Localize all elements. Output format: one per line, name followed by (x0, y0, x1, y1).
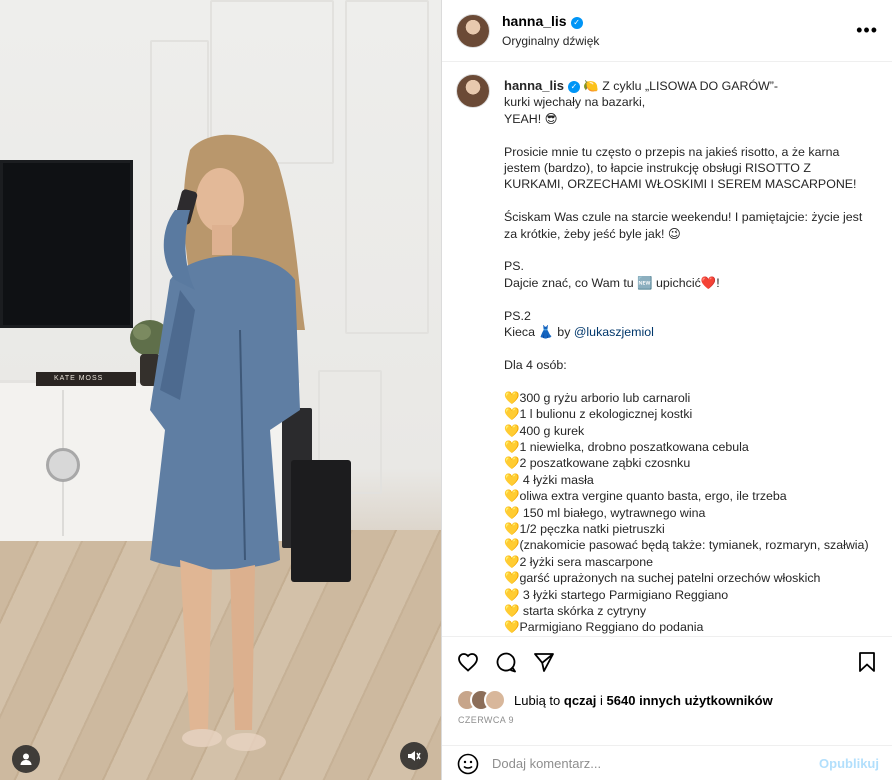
yellow-heart-icon: 💛 (504, 554, 520, 569)
ingredient-item: 💛 150 ml białego, wytrawnego wina (504, 505, 874, 521)
wall-panel (345, 0, 429, 334)
ingredient-item: 💛 starta skórka z cytryny (504, 603, 874, 619)
yellow-heart-icon: 💛 (504, 604, 520, 618)
ingredient-text: 300 g ryżu arborio lub carnaroli (519, 390, 691, 405)
user-icon (20, 753, 32, 765)
ingredient-text: 1 niewielka, drobno poszatkowana cebula (519, 439, 749, 454)
caption-body: 🍋 Z cyklu „LISOWA DO GARÓW”- kurki wjech… (504, 79, 863, 340)
ingredient-text: starta skórka z cytryny (519, 604, 647, 618)
ingredient-text: 4 łyżki masła (519, 472, 594, 487)
yellow-heart-icon: 💛 (504, 489, 520, 504)
mute-button[interactable] (400, 742, 428, 770)
liker-avatar (484, 689, 506, 711)
ingredient-item: 💛2 łyżki sera mascarpone (504, 554, 874, 570)
post-comment-button[interactable]: Opublikuj (819, 756, 879, 771)
save-bookmark-icon[interactable] (855, 650, 879, 674)
yellow-heart-icon: 💛 (504, 456, 520, 471)
yellow-heart-icon: 💛 (504, 472, 520, 487)
avatar[interactable] (456, 13, 490, 48)
ingredient-text: 2 łyżki sera mascarpone (519, 554, 654, 569)
ingredient-item: 💛 3 łyżki startego Parmigiano Reggiano (504, 587, 874, 603)
ingredient-item: 💛Parmigiano Reggiano do podania (504, 619, 874, 635)
verified-badge-icon: ✓ (567, 81, 580, 93)
audio-label[interactable]: Oryginalny dźwięk (502, 34, 599, 48)
ingredient-text: 400 g kurek (519, 423, 585, 438)
ingredient-text: 3 łyżki startego Parmigiano Reggiano (519, 587, 729, 602)
share-icon[interactable] (532, 650, 556, 674)
person-on-phone (150, 134, 305, 751)
yellow-heart-icon: 💛 (504, 390, 520, 405)
ingredient-text: 2 poszatkowane ząbki czosnku (519, 456, 691, 471)
post-actions: Lubią to qczaj i 5640 innych użytkownikó… (442, 636, 892, 774)
television (0, 160, 133, 328)
comment-icon[interactable] (494, 650, 518, 674)
ingredient-item: 💛oliwa extra vergine quanto basta, ergo,… (504, 488, 874, 504)
comment-input[interactable]: Dodaj komentarz... (492, 756, 601, 771)
speaker-muted-icon (408, 751, 421, 761)
caption-username[interactable]: hanna_lis (504, 78, 564, 93)
ingredient-item: 💛1 niewielka, drobno poszatkowana cebula (504, 439, 874, 455)
ingredient-text: (znakomicie pasować będą także: tymianek… (519, 538, 869, 553)
yellow-heart-icon: 💛 (504, 587, 520, 602)
mention-link[interactable]: @lukaszjemiol (574, 325, 654, 339)
caption-text: hanna_lis ✓ 🍋 Z cyklu „LISOWA DO GARÓW”- … (504, 78, 874, 636)
ingredient-text: 1 l bulionu z ekologicznej kostki (519, 407, 693, 422)
ingredient-item: 💛300 g ryżu arborio lub carnaroli (504, 390, 874, 406)
caption-body-2: Dla 4 osób: (504, 357, 567, 372)
ingredient-text: 1/2 pęczka natki pietruszki (519, 521, 665, 536)
yellow-heart-icon: 💛 (504, 407, 520, 422)
yellow-heart-icon: 💛 (504, 439, 520, 454)
ingredient-item: 💛(znakomicie pasować będą także: tymiane… (504, 537, 874, 553)
ingredient-text: garść uprażonych na suchej patelni orzec… (519, 571, 821, 586)
post-sidebar: hanna_lis ✓ Oryginalny dźwięk ••• hanna_l… (441, 0, 892, 780)
ingredient-item: 💛1 l bulionu z ekologicznej kostki (504, 406, 874, 422)
comment-bar: Dodaj komentarz... Opublikuj (442, 745, 892, 781)
yellow-heart-icon: 💛 (504, 505, 520, 520)
avatar[interactable] (456, 74, 490, 108)
ingredient-list: 💛300 g ryżu arborio lub carnaroli 💛1 l bu… (504, 390, 874, 636)
yellow-heart-icon: 💛 (504, 620, 520, 635)
yellow-heart-icon: 💛 (504, 538, 520, 553)
likes-and: i (600, 692, 603, 708)
post-header: hanna_lis ✓ Oryginalny dźwięk ••• (442, 0, 892, 62)
cabinet-handle (46, 448, 80, 482)
likes-prefix: Lubią to (514, 692, 561, 708)
likes-line: Lubią to qczaj i 5640 innych użytkownikó… (442, 687, 892, 713)
yellow-heart-icon: 💛 (504, 571, 520, 586)
more-options-icon[interactable]: ••• (856, 20, 878, 41)
likes-count[interactable]: 5640 innych użytkowników (607, 693, 773, 708)
yellow-heart-icon: 💛 (504, 521, 520, 536)
author-username[interactable]: hanna_lis (502, 13, 567, 29)
like-heart-icon[interactable] (456, 650, 480, 674)
ingredient-text: 150 ml białego, wytrawnego wina (519, 505, 706, 520)
ingredient-text: Parmigiano Reggiano do podania (519, 620, 704, 635)
tagged-user-button[interactable] (12, 745, 40, 773)
post-video[interactable]: KATE MOSS (0, 0, 441, 780)
ingredient-item: 💛400 g kurek (504, 423, 874, 439)
ingredient-item: 💛 4 łyżki masła (504, 472, 874, 488)
emoji-icon[interactable] (456, 752, 480, 776)
post-date[interactable]: CZERWCA 9 (442, 715, 892, 725)
verified-badge-icon: ✓ (570, 17, 583, 29)
ingredient-item: 💛2 poszatkowane ząbki czosnku (504, 455, 874, 471)
ingredient-item: 💛1/2 pęczka natki pietruszki (504, 521, 874, 537)
ingredient-item: 💛garść uprażonych na suchej patelni orze… (504, 570, 874, 586)
yellow-heart-icon: 💛 (504, 423, 520, 438)
caption-section: hanna_lis ✓ 🍋 Z cyklu „LISOWA DO GARÓW”- … (442, 62, 892, 636)
liker-username[interactable]: qczaj (564, 693, 597, 708)
ingredient-text: oliwa extra vergine quanto basta, ergo, … (519, 489, 787, 504)
